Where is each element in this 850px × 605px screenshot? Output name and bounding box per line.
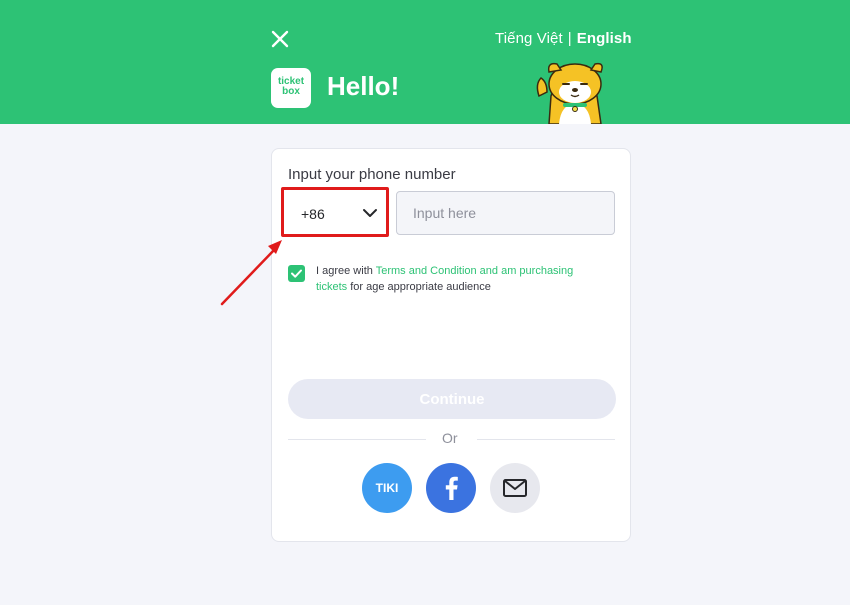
agreement-prefix: I agree with [316, 265, 376, 277]
lang-vietnamese-link[interactable]: Tiếng Việt [495, 30, 563, 47]
ticketbox-logo: ticket box [271, 68, 311, 108]
check-icon [291, 269, 302, 278]
country-code-dropdown[interactable]: +86 [281, 187, 389, 237]
agreement-suffix: for age appropriate audience [347, 281, 491, 293]
phone-number-label: Input your phone number [288, 166, 456, 183]
divider-right [477, 439, 615, 440]
tiki-icon: TIKI [375, 481, 399, 495]
country-code-value: +86 [301, 206, 325, 222]
continue-button[interactable]: Continue [288, 379, 616, 419]
agreement-text: I agree with Terms and Condition and am … [316, 263, 606, 295]
agree-checkbox[interactable] [288, 265, 305, 282]
annotation-arrow [220, 240, 282, 306]
mascot-dog-illustration [536, 62, 603, 124]
greeting-title: Hello! [327, 71, 400, 101]
lang-separator: | [567, 30, 572, 47]
facebook-icon [445, 476, 458, 500]
logo-line-2: box [282, 86, 300, 97]
phone-number-input[interactable] [396, 191, 615, 235]
header-bar: Tiếng Việt | English ticket box Hello! [0, 0, 850, 124]
divider-left [288, 439, 426, 440]
lang-english-link[interactable]: English [577, 30, 632, 47]
or-separator: Or [442, 430, 458, 446]
tiki-login-button[interactable]: TIKI [362, 463, 412, 513]
login-card: Input your phone number +86 I agree with… [271, 148, 631, 542]
close-button[interactable] [268, 27, 292, 51]
facebook-login-button[interactable] [426, 463, 476, 513]
email-icon [503, 479, 527, 497]
chevron-down-icon [363, 209, 377, 217]
close-icon [271, 30, 289, 48]
email-login-button[interactable] [490, 463, 540, 513]
language-switcher: Tiếng Việt | English [495, 30, 632, 47]
